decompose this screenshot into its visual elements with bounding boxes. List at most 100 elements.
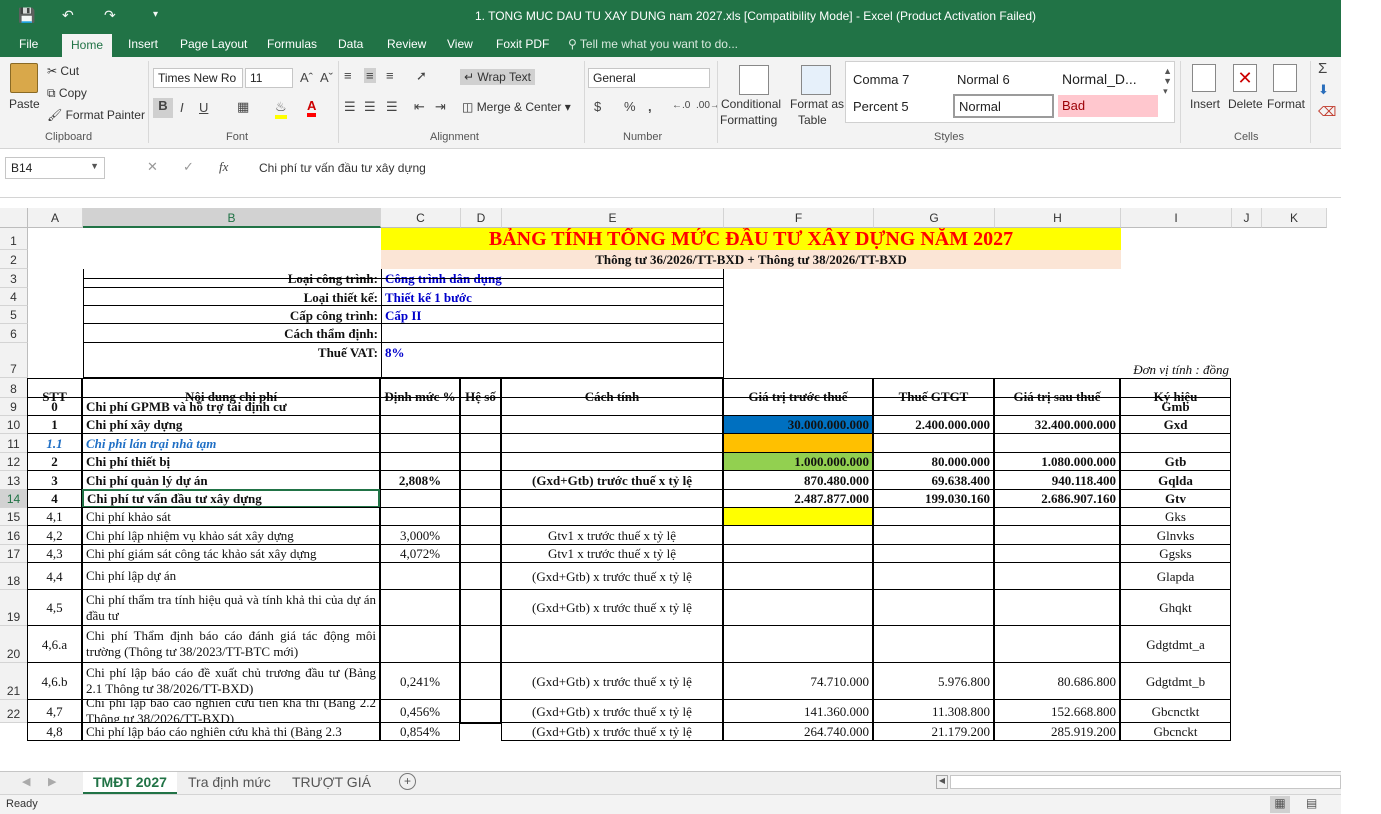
table-cell[interactable] bbox=[873, 397, 994, 416]
table-cell[interactable] bbox=[994, 562, 1120, 590]
table-cell[interactable] bbox=[460, 562, 501, 590]
sheet-tab-tra-dinh-muc[interactable]: Tra định mức bbox=[178, 772, 281, 794]
row-label[interactable]: Chi phí lán trại nhà tạm bbox=[82, 433, 380, 453]
table-cell[interactable]: 3,000% bbox=[380, 525, 460, 545]
row-header-5[interactable]: 5 bbox=[0, 306, 28, 324]
row-header-7[interactable]: 7 bbox=[0, 343, 28, 378]
tab-data[interactable]: Data bbox=[338, 37, 363, 51]
decrease-font-icon[interactable]: Aˇ bbox=[320, 70, 333, 85]
table-cell[interactable] bbox=[380, 415, 460, 434]
table-cell[interactable]: 2.400.000.000 bbox=[873, 415, 994, 434]
tab-view[interactable]: View bbox=[447, 37, 473, 51]
paste-icon[interactable] bbox=[10, 63, 38, 93]
table-cell[interactable] bbox=[1120, 433, 1231, 453]
row-header-17[interactable]: 17 bbox=[0, 545, 28, 563]
table-cell[interactable]: 80.000.000 bbox=[873, 452, 994, 471]
table-cell[interactable] bbox=[873, 589, 994, 626]
row-label[interactable]: Chi phí lập nhiệm vụ khảo sát xây dựng bbox=[82, 525, 380, 545]
column-header-k[interactable]: K bbox=[1262, 208, 1327, 228]
table-cell[interactable] bbox=[460, 452, 501, 471]
formula-input[interactable]: Chi phí tư vấn đầu tư xây dựng bbox=[259, 161, 426, 175]
paste-button[interactable]: Paste bbox=[9, 97, 40, 111]
table-cell[interactable] bbox=[994, 433, 1120, 453]
row-label[interactable]: Chi phí thiết bị bbox=[82, 452, 380, 471]
table-cell[interactable] bbox=[501, 507, 723, 526]
style-bad[interactable]: Bad bbox=[1058, 95, 1158, 117]
table-cell[interactable] bbox=[723, 625, 873, 663]
align-middle-icon[interactable]: ≡ bbox=[364, 68, 376, 83]
table-cell[interactable]: Gks bbox=[1120, 507, 1231, 526]
tab-formulas[interactable]: Formulas bbox=[267, 37, 317, 51]
table-cell[interactable] bbox=[380, 452, 460, 471]
orientation-icon[interactable]: ➚ bbox=[416, 68, 427, 84]
table-cell[interactable] bbox=[460, 662, 501, 700]
row-header-8[interactable]: 8 bbox=[0, 378, 28, 398]
table-cell[interactable]: (Gxd+Gtb) x trước thuế x tỷ lệ bbox=[501, 699, 723, 723]
table-cell[interactable]: 0,456% bbox=[380, 699, 460, 723]
table-cell[interactable]: 4,4 bbox=[27, 562, 82, 590]
align-center-icon[interactable]: ☰ bbox=[364, 99, 376, 115]
table-cell[interactable]: 141.360.000 bbox=[723, 699, 873, 723]
table-cell[interactable] bbox=[723, 525, 873, 545]
table-cell[interactable]: 4,8 bbox=[27, 722, 82, 741]
comma-button[interactable]: , bbox=[648, 99, 652, 114]
table-cell[interactable] bbox=[873, 525, 994, 545]
format-as-table-label-1[interactable]: Format as bbox=[790, 97, 844, 111]
table-cell[interactable] bbox=[460, 625, 501, 663]
column-header-h[interactable]: H bbox=[995, 208, 1121, 228]
table-cell[interactable] bbox=[994, 397, 1120, 416]
table-cell[interactable]: 5.976.800 bbox=[873, 662, 994, 700]
table-cell[interactable] bbox=[380, 397, 460, 416]
delete-cells-icon[interactable]: ✕ bbox=[1233, 64, 1257, 92]
table-cell[interactable]: Gxd bbox=[1120, 415, 1231, 434]
table-cell[interactable]: 30.000.000.000 bbox=[723, 415, 873, 434]
increase-indent-icon[interactable]: ⇥ bbox=[435, 99, 446, 115]
conditional-formatting-label-1[interactable]: Conditional bbox=[721, 97, 781, 111]
row-header-18[interactable]: 18 bbox=[0, 563, 28, 590]
table-cell[interactable]: 4,1 bbox=[27, 507, 82, 526]
table-cell[interactable] bbox=[501, 415, 723, 434]
row-header-11[interactable]: 11 bbox=[0, 434, 28, 453]
row-header-10[interactable]: 10 bbox=[0, 416, 28, 434]
table-cell[interactable] bbox=[460, 589, 501, 626]
table-cell[interactable] bbox=[501, 452, 723, 471]
table-cell[interactable] bbox=[723, 589, 873, 626]
column-header-b[interactable]: B bbox=[83, 208, 381, 228]
column-header-a[interactable]: A bbox=[28, 208, 83, 228]
table-cell[interactable]: 4,6.b bbox=[27, 662, 82, 700]
column-header-g[interactable]: G bbox=[874, 208, 995, 228]
table-cell[interactable]: Gqlda bbox=[1120, 470, 1231, 490]
fill-icon[interactable]: ⬇ bbox=[1318, 82, 1329, 98]
table-cell[interactable] bbox=[873, 544, 994, 563]
cut-button[interactable]: ✂ Cut bbox=[47, 64, 79, 78]
row-label[interactable]: Chi phí lập báo cáo nghiên cứu tiền khả … bbox=[82, 699, 380, 723]
align-left-icon[interactable]: ☰ bbox=[344, 99, 356, 115]
table-cell[interactable] bbox=[723, 507, 873, 526]
table-cell[interactable]: 4,5 bbox=[27, 589, 82, 626]
clear-icon[interactable]: ⌫ bbox=[1318, 104, 1336, 120]
table-cell[interactable]: 4,7 bbox=[27, 699, 82, 723]
table-cell[interactable]: 4 bbox=[27, 489, 82, 508]
horizontal-scrollbar[interactable] bbox=[950, 775, 1341, 789]
row-header-2[interactable]: 2 bbox=[0, 250, 28, 269]
normal-view-icon[interactable]: ▦ bbox=[1270, 796, 1290, 813]
enter-icon[interactable]: ✓ bbox=[183, 159, 194, 175]
row-header-12[interactable]: 12 bbox=[0, 453, 28, 471]
table-cell[interactable]: Gtv bbox=[1120, 489, 1231, 508]
table-cell[interactable]: Glnvks bbox=[1120, 525, 1231, 545]
page-layout-view-icon[interactable]: ▤ bbox=[1306, 796, 1317, 810]
table-cell[interactable] bbox=[460, 544, 501, 563]
table-cell[interactable]: (Gxd+Gtb) trước thuế x tỷ lệ bbox=[501, 470, 723, 490]
table-cell[interactable]: Glapda bbox=[1120, 562, 1231, 590]
table-cell[interactable] bbox=[380, 507, 460, 526]
row-label[interactable]: Chi phí tư vấn đầu tư xây dựng bbox=[82, 489, 380, 508]
table-cell[interactable]: 80.686.800 bbox=[994, 662, 1120, 700]
table-cell[interactable]: (Gxd+Gtb) x trước thuế x tỷ lệ bbox=[501, 562, 723, 590]
table-cell[interactable] bbox=[873, 562, 994, 590]
table-cell[interactable]: 2.686.907.160 bbox=[994, 489, 1120, 508]
style-comma-7[interactable]: Comma 7 bbox=[849, 69, 913, 90]
row-label[interactable]: Chi phí quản lý dự án bbox=[82, 470, 380, 490]
table-cell[interactable]: 870.480.000 bbox=[723, 470, 873, 490]
table-cell[interactable]: Gtv1 x trước thuế x tỷ lệ bbox=[501, 544, 723, 563]
table-cell[interactable] bbox=[460, 489, 501, 508]
